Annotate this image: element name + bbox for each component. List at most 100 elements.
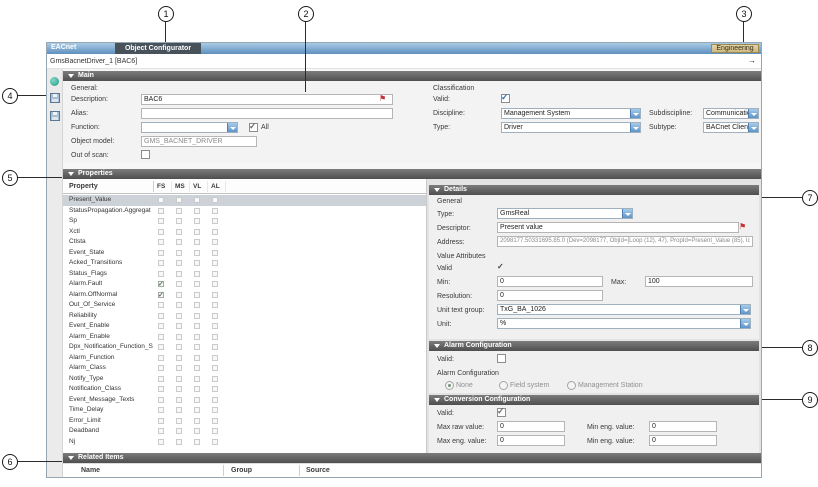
property-checkbox-ms[interactable] <box>176 292 182 298</box>
property-checkbox-ms[interactable] <box>176 365 182 371</box>
property-row[interactable]: Nj <box>63 437 426 448</box>
property-checkbox-ms[interactable] <box>176 418 182 424</box>
property-checkbox-vl[interactable] <box>194 344 200 350</box>
classification-valid-checkbox[interactable] <box>501 94 510 103</box>
property-checkbox-fs[interactable] <box>158 260 164 266</box>
property-checkbox-ms[interactable] <box>176 376 182 382</box>
property-row[interactable]: Alarm.OffNormal <box>63 290 426 301</box>
unit-text-group-select[interactable]: TxG_BA_1026 <box>497 304 751 315</box>
property-checkbox-vl[interactable] <box>194 239 200 245</box>
property-checkbox-al[interactable] <box>212 229 218 235</box>
property-checkbox-vl[interactable] <box>194 323 200 329</box>
property-row[interactable]: Deadband <box>63 426 426 437</box>
description-input[interactable] <box>141 94 393 105</box>
property-checkbox-al[interactable] <box>212 376 218 382</box>
property-checkbox-fs[interactable] <box>158 386 164 392</box>
property-checkbox-al[interactable] <box>212 250 218 256</box>
property-checkbox-vl[interactable] <box>194 302 200 308</box>
translation-flag-icon[interactable]: ⚑ <box>379 95 386 103</box>
property-row[interactable]: Alarm_Function <box>63 353 426 364</box>
property-checkbox-fs[interactable] <box>158 376 164 382</box>
property-checkbox-vl[interactable] <box>194 376 200 382</box>
property-checkbox-fs[interactable] <box>158 292 164 298</box>
chevron-down-icon[interactable] <box>748 109 758 118</box>
type-select[interactable]: Driver <box>501 122 641 133</box>
subdiscipline-select[interactable]: Communication <box>703 108 759 119</box>
property-checkbox-al[interactable] <box>212 313 218 319</box>
property-checkbox-al[interactable] <box>212 292 218 298</box>
min-input[interactable] <box>497 276 603 287</box>
max-raw-value-input[interactable] <box>497 421 565 432</box>
alarm-configuration-header[interactable]: Alarm Configuration <box>429 341 759 351</box>
property-checkbox-fs[interactable] <box>158 397 164 403</box>
property-checkbox-fs[interactable] <box>158 208 164 214</box>
discipline-select[interactable]: Management System <box>501 108 641 119</box>
radio-none[interactable] <box>445 381 454 390</box>
property-row[interactable]: Event_State <box>63 248 426 259</box>
property-checkbox-al[interactable] <box>212 197 218 203</box>
pane-arrow-icon[interactable]: → <box>748 57 756 65</box>
property-checkbox-al[interactable] <box>212 323 218 329</box>
property-row[interactable]: StatusPropagation.Aggregat <box>63 206 426 217</box>
property-checkbox-vl[interactable] <box>194 218 200 224</box>
status-icon[interactable] <box>50 77 59 86</box>
property-row[interactable]: Acked_Transitions <box>63 258 426 269</box>
property-checkbox-vl[interactable] <box>194 355 200 361</box>
property-checkbox-ms[interactable] <box>176 313 182 319</box>
property-checkbox-vl[interactable] <box>194 260 200 266</box>
property-checkbox-vl[interactable] <box>194 281 200 287</box>
property-checkbox-ms[interactable] <box>176 239 182 245</box>
property-checkbox-al[interactable] <box>212 260 218 266</box>
conversion-valid-checkbox[interactable] <box>497 408 506 417</box>
details-section-header[interactable]: Details <box>429 185 759 195</box>
property-checkbox-vl[interactable] <box>194 365 200 371</box>
property-checkbox-fs[interactable] <box>158 323 164 329</box>
property-checkbox-vl[interactable] <box>194 208 200 214</box>
property-checkbox-ms[interactable] <box>176 260 182 266</box>
property-checkbox-fs[interactable] <box>158 218 164 224</box>
out-of-scan-checkbox[interactable] <box>141 150 150 159</box>
property-checkbox-al[interactable] <box>212 271 218 277</box>
property-checkbox-vl[interactable] <box>194 428 200 434</box>
property-checkbox-ms[interactable] <box>176 208 182 214</box>
property-checkbox-fs[interactable] <box>158 302 164 308</box>
engineering-mode-button[interactable]: Engineering <box>711 44 759 53</box>
property-checkbox-vl[interactable] <box>194 397 200 403</box>
property-checkbox-ms[interactable] <box>176 334 182 340</box>
property-checkbox-fs[interactable] <box>158 418 164 424</box>
max-eng-value-input[interactable] <box>497 435 565 446</box>
property-checkbox-ms[interactable] <box>176 229 182 235</box>
chevron-down-icon[interactable] <box>630 123 640 132</box>
chevron-down-icon[interactable] <box>748 123 758 132</box>
radio-management-station[interactable] <box>567 381 576 390</box>
property-checkbox-ms[interactable] <box>176 302 182 308</box>
max-input[interactable] <box>645 276 753 287</box>
property-checkbox-al[interactable] <box>212 365 218 371</box>
property-checkbox-ms[interactable] <box>176 250 182 256</box>
chevron-down-icon[interactable] <box>622 209 632 218</box>
property-checkbox-vl[interactable] <box>194 292 200 298</box>
alarm-valid-checkbox[interactable] <box>497 354 506 363</box>
property-row[interactable]: Dpx_Notification_Function_S <box>63 342 426 353</box>
property-row[interactable]: Alarm_Enable <box>63 332 426 343</box>
property-checkbox-al[interactable] <box>212 397 218 403</box>
property-row[interactable]: Notify_Type <box>63 374 426 385</box>
property-checkbox-ms[interactable] <box>176 281 182 287</box>
property-checkbox-vl[interactable] <box>194 386 200 392</box>
property-checkbox-al[interactable] <box>212 407 218 413</box>
property-checkbox-fs[interactable] <box>158 407 164 413</box>
chevron-down-icon[interactable] <box>740 305 750 314</box>
all-checkbox[interactable] <box>249 123 258 132</box>
chevron-down-icon[interactable] <box>740 319 750 328</box>
property-checkbox-ms[interactable] <box>176 271 182 277</box>
property-checkbox-fs[interactable] <box>158 313 164 319</box>
property-checkbox-fs[interactable] <box>158 355 164 361</box>
property-row[interactable]: Sp <box>63 216 426 227</box>
conversion-configuration-header[interactable]: Conversion Configuration <box>429 395 759 405</box>
property-checkbox-ms[interactable] <box>176 439 182 445</box>
property-checkbox-fs[interactable] <box>158 281 164 287</box>
property-checkbox-ms[interactable] <box>176 344 182 350</box>
property-checkbox-vl[interactable] <box>194 197 200 203</box>
property-checkbox-ms[interactable] <box>176 428 182 434</box>
property-row[interactable]: Event_Message_Texts <box>63 395 426 406</box>
